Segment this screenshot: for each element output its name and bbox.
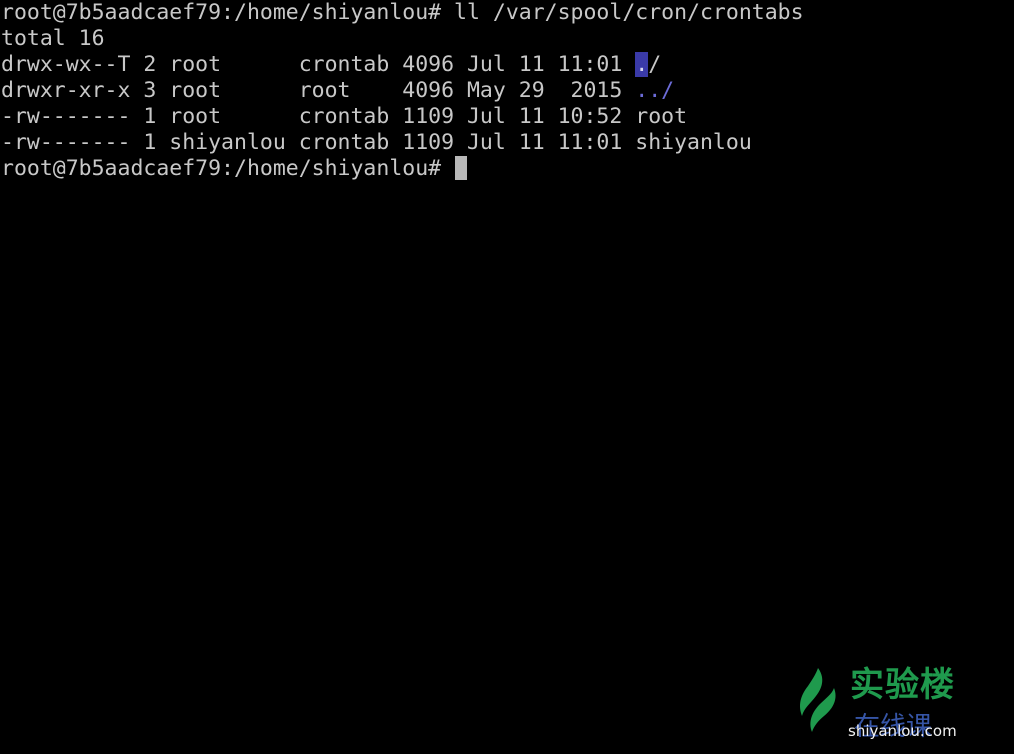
listing-meta: -rw------- 1 shiyanlou crontab 1109 Jul …	[1, 130, 636, 155]
listing-row: drwxr-xr-x 3 root root 4096 May 29 2015 …	[1, 78, 804, 104]
prompt-text: root@7b5aadcaef79:/home/shiyanlou#	[1, 156, 455, 181]
command-line: root@7b5aadcaef79:/home/shiyanlou# ll /v…	[1, 0, 804, 26]
listing-name-suffix: /	[648, 52, 662, 77]
listing-row: -rw------- 1 root crontab 1109 Jul 11 10…	[1, 104, 804, 130]
watermark-title: 实验楼	[850, 665, 955, 705]
total-line: total 16	[1, 26, 105, 51]
prompt-text: root@7b5aadcaef79:/home/shiyanlou#	[1, 0, 455, 25]
watermark-url: shiyanlou.com	[848, 722, 957, 740]
listing-name: root	[635, 104, 688, 129]
listing-name-highlighted: .	[635, 52, 649, 77]
watermark: 实验楼 在线课 shiyanlou.com	[794, 664, 1014, 754]
listing-name: shiyanlou	[635, 130, 752, 155]
listing-row: -rw------- 1 shiyanlou crontab 1109 Jul …	[1, 130, 804, 156]
listing-meta: drwx-wx--T 2 root crontab 4096 Jul 11 11…	[1, 52, 636, 77]
terminal-window[interactable]: root@7b5aadcaef79:/home/shiyanlou# ll /v…	[0, 0, 1014, 754]
command-text: ll /var/spool/cron/crontabs	[454, 0, 804, 25]
current-prompt-line[interactable]: root@7b5aadcaef79:/home/shiyanlou#	[1, 156, 804, 182]
shiyanlou-logo-icon	[800, 668, 836, 732]
terminal-output: root@7b5aadcaef79:/home/shiyanlou# ll /v…	[1, 0, 804, 182]
text-cursor	[455, 156, 468, 180]
listing-meta: -rw------- 1 root crontab 1109 Jul 11 10…	[1, 104, 636, 129]
listing-meta: drwxr-xr-x 3 root root 4096 May 29 2015	[1, 78, 636, 103]
listing-name-directory: ../	[635, 78, 675, 103]
listing-row: drwx-wx--T 2 root crontab 4096 Jul 11 11…	[1, 52, 804, 78]
